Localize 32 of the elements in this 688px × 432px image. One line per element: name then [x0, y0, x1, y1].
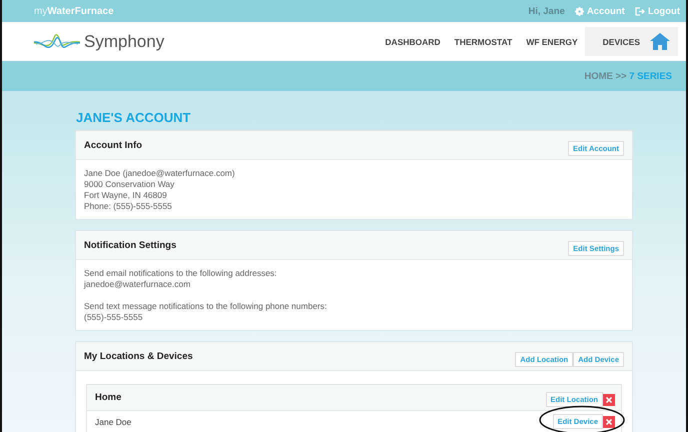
brand-name: myWaterFurnace [34, 6, 114, 16]
notification-value: janedoe@waterfurnace.com [84, 279, 192, 290]
notification-label: Send text message notifications to the following phone numbers: [84, 301, 328, 312]
logout-icon [634, 6, 645, 16]
breadcrumb: HOME >> 7 SERIES [584, 70, 672, 82]
greeting-text: Hi, Jane [528, 6, 565, 16]
close-icon [606, 418, 612, 424]
notification-value: (555)-555-5555 [84, 312, 144, 323]
logo-text: Symphony [84, 32, 164, 52]
card-title: Account Info [84, 140, 142, 151]
page-title: JANE'S ACCOUNT [76, 110, 192, 125]
nav-tab[interactable]: WF ENERGY [519, 36, 585, 46]
account-detail-text: Jane Doe (janedoe@waterfurnace.com) [84, 168, 236, 179]
nav-tab[interactable]: DASHBOARD [378, 36, 448, 46]
account-detail-text: Phone: (555)-555-5555 [84, 201, 173, 212]
logout-link[interactable]: Logout [634, 6, 680, 16]
close-icon [606, 396, 612, 402]
delete-button[interactable] [603, 416, 615, 428]
notification-label: Send email notifications to the following addresses: [84, 268, 278, 279]
home-icon[interactable] [648, 27, 678, 56]
location-name: Home [95, 392, 122, 403]
account-detail-text: 9000 Conservation Way [84, 179, 176, 190]
account-detail-text: Fort Wayne, IN 46809 [84, 190, 168, 201]
delete-button[interactable] [603, 394, 615, 406]
account-link[interactable]: Account [574, 6, 625, 16]
card-title: Notification Settings [84, 240, 176, 251]
nav-tab[interactable]: THERMOSTAT [447, 36, 520, 46]
card-title: My Locations & Devices [84, 351, 193, 362]
gear-icon [574, 6, 584, 16]
nav-tab[interactable]: DEVICES [584, 27, 648, 56]
device-name: Jane Doe [95, 416, 132, 426]
wave-logo-icon [34, 32, 80, 50]
